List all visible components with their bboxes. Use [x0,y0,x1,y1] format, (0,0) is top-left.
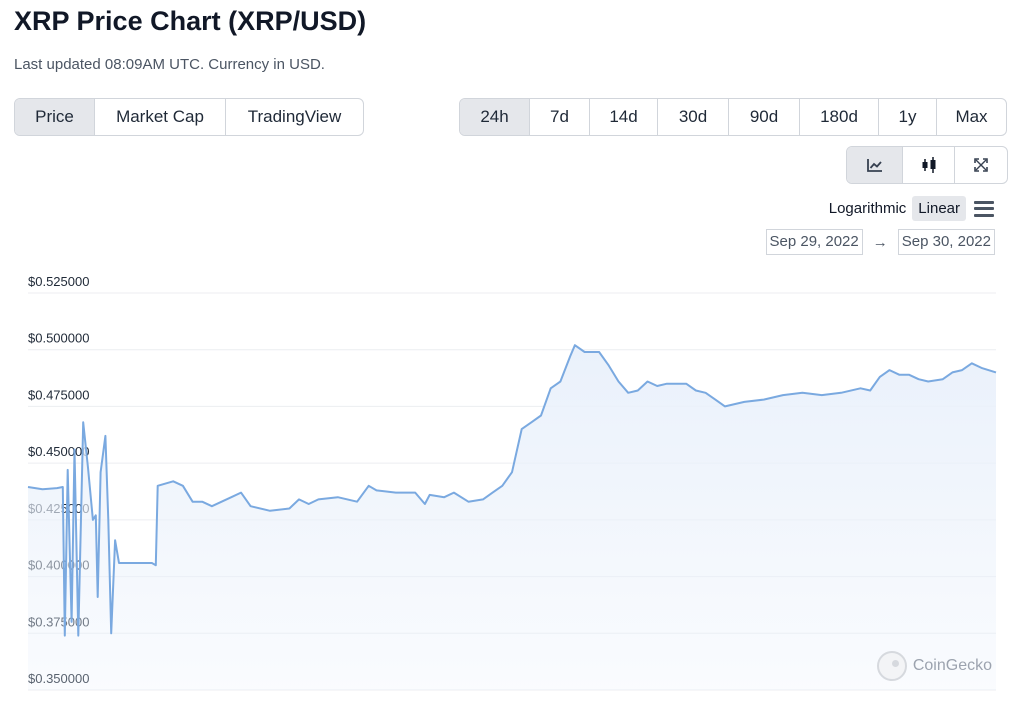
view-tabs: Price Market Cap TradingView [14,98,364,136]
price-area-fill [28,345,996,690]
hamburger-menu-icon[interactable] [974,200,994,217]
chart-type-toggle [846,146,1008,184]
range-90d-button[interactable]: 90d [729,99,800,135]
range-max-button[interactable]: Max [937,99,1006,135]
range-14d-button[interactable]: 14d [590,99,658,135]
candlestick-icon [922,157,935,173]
linear-option[interactable]: Linear [912,196,966,221]
expand-icon [974,158,988,172]
watermark-text: CoinGecko [912,657,992,674]
y-axis-tick-label: $0.475000 [28,387,89,402]
range-180d-button[interactable]: 180d [800,99,879,135]
last-updated-text: Last updated 08:09AM UTC. Currency in US… [14,56,325,73]
fullscreen-button[interactable] [955,147,1007,183]
range-30d-button[interactable]: 30d [658,99,729,135]
y-axis-tick-label: $0.500000 [28,331,89,346]
coingecko-logo-icon [876,651,907,681]
tab-market-cap[interactable]: Market Cap [95,99,226,135]
line-chart-icon [866,159,882,172]
tab-tradingview[interactable]: TradingView [226,99,363,135]
range-1y-button[interactable]: 1y [879,99,937,135]
time-range-tabs: 24h 7d 14d 30d 90d 180d 1y Max [459,98,1007,136]
y-axis-tick-label: $0.525000 [28,274,89,289]
line-chart-button[interactable] [847,147,903,183]
date-range: Sep 29, 2022 → Sep 30, 2022 [765,229,995,255]
price-chart: $0.525000$0.500000$0.475000$0.450000$0.4… [27,274,997,691]
scale-toggle: Logarithmic Linear [823,196,994,221]
y-axis-tick-label: $0.450000 [28,444,89,459]
arrow-right-icon: → [872,233,888,251]
date-from-input[interactable]: Sep 29, 2022 [765,229,863,255]
range-7d-button[interactable]: 7d [530,99,590,135]
range-24h-button[interactable]: 24h [460,99,530,135]
tab-price[interactable]: Price [15,99,95,135]
coingecko-watermark: CoinGecko [876,651,992,681]
logarithmic-option[interactable]: Logarithmic [823,196,913,221]
candlestick-button[interactable] [903,147,955,183]
page-title: XRP Price Chart (XRP/USD) [14,6,367,36]
date-to-input[interactable]: Sep 30, 2022 [897,229,995,255]
